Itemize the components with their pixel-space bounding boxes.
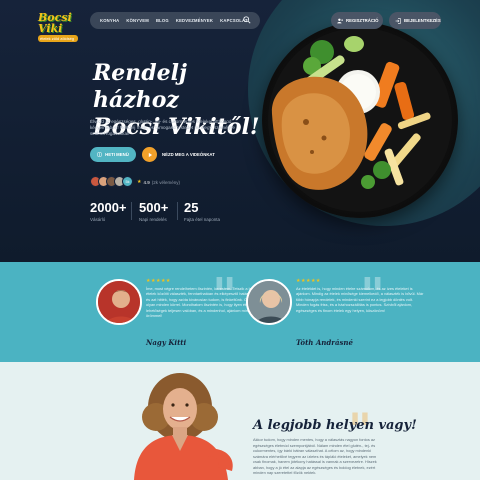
- rating-value: 4.9: [143, 179, 150, 185]
- logo-wordmark: Bocsi Viki: [38, 11, 72, 35]
- testimonial-photo: [96, 279, 142, 325]
- menu-book-icon: [97, 152, 102, 157]
- stat-value: 500+: [139, 200, 169, 215]
- chef-portrait-image: [134, 373, 233, 480]
- stat-dish-types: 25 Fajta étel naponta: [184, 200, 220, 222]
- user-plus-icon: [337, 18, 343, 23]
- about-title: A legjobb helyen vagy!: [253, 418, 417, 433]
- stat-daily-orders: 500+ Napi rendelés: [139, 200, 168, 222]
- rating-count: (2k vélemény): [151, 179, 181, 185]
- testimonial-author: Nagy Kitti: [146, 338, 187, 347]
- testimonial-author: Tóth Andrásné: [296, 338, 353, 347]
- main-nav: KONYHA KÖNYVEM BLOG KEDVEZMÉNYEK KAPCSOL…: [90, 12, 260, 29]
- rating-stars: ★★★★★: [296, 278, 321, 284]
- brand-logo[interactable]: Bocsi Viki ételek zöld zöldség: [38, 11, 78, 42]
- about-text: Akkor tudom, hogy minden mentes, hogy a …: [253, 437, 377, 475]
- register-button[interactable]: REGISZTRÁCIÓ: [331, 12, 383, 29]
- nav-item-konyha[interactable]: KONYHA: [100, 18, 119, 23]
- nav-item-konyvem[interactable]: KÖNYVEM: [126, 18, 149, 23]
- testimonial-photo: [246, 279, 292, 325]
- stat-value: 2000+: [90, 200, 127, 215]
- stat-divider: [131, 202, 132, 220]
- customer-avatars: 5k: [90, 176, 133, 187]
- login-icon: [395, 17, 401, 24]
- stat-label: Fajta étel naponta: [184, 217, 221, 222]
- register-label: REGISZTRÁCIÓ: [346, 18, 379, 23]
- hero-lead-text: Élvezd az egészséges, glutén-, tej- és c…: [90, 119, 235, 136]
- play-icon: [148, 152, 152, 157]
- watch-video-link[interactable]: NÉZD MEG A VIDEÓNKAT: [162, 152, 215, 157]
- rating-stars: ★★★★★: [146, 278, 171, 284]
- nav-item-kedvezmenyek[interactable]: KEDVEZMÉNYEK: [176, 18, 213, 23]
- logo-tagline: ételek zöld zöldség: [38, 35, 78, 42]
- quote-mark-icon: ": [360, 268, 386, 324]
- weekly-menu-label: HETI MENÜ: [105, 152, 129, 157]
- quote-mark-icon: ": [212, 268, 238, 324]
- food-plate-image: [262, 22, 458, 218]
- login-button[interactable]: BEJELENTKEZÉS: [389, 12, 441, 29]
- star-icon: ★: [137, 179, 142, 185]
- play-video-button[interactable]: [142, 147, 157, 162]
- weekly-menu-button[interactable]: HETI MENÜ: [90, 147, 136, 162]
- nav-item-blog[interactable]: BLOG: [156, 18, 169, 23]
- login-label: BEJELENTKEZÉS: [404, 18, 441, 23]
- stat-customers: 2000+ Vásárló: [90, 200, 127, 222]
- hero-section: Bocsi Viki ételek zöld zöldség KONYHA KÖ…: [0, 0, 480, 262]
- rating-summary: ★ 4.9 (2k vélemény): [137, 179, 180, 185]
- stat-label: Vásárló: [90, 217, 106, 222]
- stat-label: Napi rendelés: [139, 217, 167, 222]
- avatar-count-badge: 5k: [122, 176, 133, 187]
- stat-divider: [177, 202, 178, 220]
- search-icon[interactable]: [243, 16, 251, 24]
- stat-value: 25: [184, 200, 199, 215]
- hero-title-line1: Rendelj házhoz: [93, 60, 187, 113]
